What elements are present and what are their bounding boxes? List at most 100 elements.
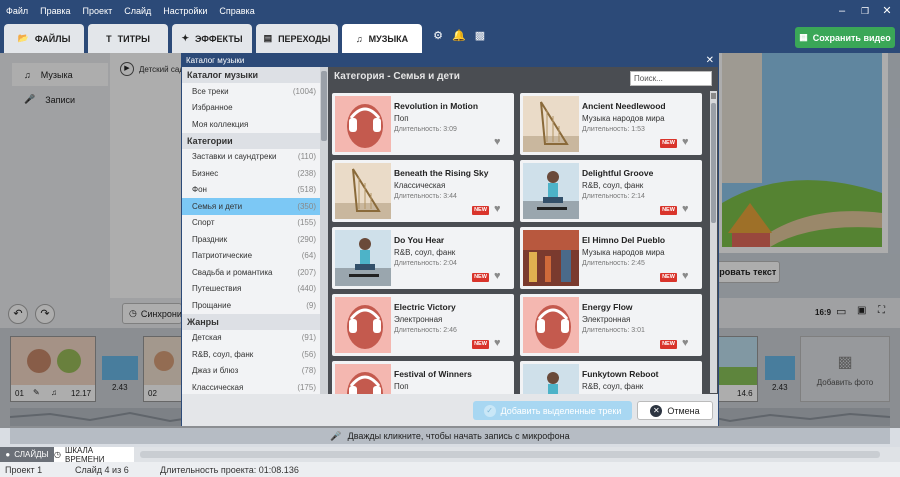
catalog-item-label: Все треки (192, 86, 229, 96)
favorite-heart-icon[interactable]: ♥ (494, 271, 501, 282)
tab-bar: 📂 ФАЙЛЫ T ТИТРЫ ✦ ЭФФЕКТЫ ▤ ПЕРЕХОДЫ ♫ М… (0, 22, 900, 53)
add-selected-tracks-button[interactable]: ✓ Добавить выделенные треки (473, 401, 632, 420)
dialog-close-icon[interactable]: ✕ (706, 54, 714, 67)
favorite-heart-icon[interactable]: ♥ (494, 137, 501, 148)
cancel-button[interactable]: ✕ Отмена (637, 401, 713, 420)
transitions-icon: ▤ (263, 33, 273, 43)
menu-edit[interactable]: Правка (34, 6, 76, 16)
favorite-heart-icon[interactable]: ♥ (494, 204, 501, 215)
genre-item-count: (91) (301, 333, 316, 343)
catalog-item-label: Избранное (192, 103, 233, 113)
maximize-icon[interactable]: ❐ (858, 4, 872, 18)
track-genre: R&B, соул, фанк (582, 181, 644, 190)
mic-record-bar[interactable]: 🎤 Дважды кликните, чтобы начать запись с… (10, 428, 890, 444)
genre-item[interactable]: R&B, соул, фанк (56) (182, 346, 320, 363)
new-badge: NEW (660, 273, 677, 282)
track-card[interactable]: El Himno Del Pueblo Музыка народов мира Дл… (520, 227, 702, 289)
tab-music-label: МУЗЫКА (368, 33, 409, 44)
track-thumbnail (523, 163, 579, 219)
category-item[interactable]: Патриотические (64) (182, 248, 320, 265)
category-item-count: (290) (297, 234, 316, 244)
track-duration: Длительность: 3:44 (394, 193, 457, 200)
genre-item[interactable]: Детская (91) (182, 330, 320, 347)
tab-timeline[interactable]: ◷ ШКАЛА ВРЕМЕНИ (54, 445, 134, 464)
category-scrollbar[interactable] (320, 67, 328, 394)
track-card[interactable]: Beneath the Rising Sky Классическая Длител… (332, 160, 514, 222)
tracks-scrollbar[interactable] (710, 91, 717, 393)
slides-icon: ● (5, 450, 11, 459)
category-item-count: (440) (297, 284, 316, 294)
track-name: Revolution in Motion (394, 101, 479, 111)
category-item[interactable]: Фон (518) (182, 182, 320, 199)
track-genre: R&B, соул, фанк (394, 248, 456, 257)
menu-settings[interactable]: Настройки (157, 6, 213, 16)
category-item[interactable]: Спорт (155) (182, 215, 320, 232)
new-badge: NEW (660, 206, 677, 215)
genre-item[interactable]: Классическая (175) (182, 379, 320, 394)
tab-timeline-label: ШКАЛА ВРЕМЕНИ (64, 445, 105, 464)
category-item[interactable]: Бизнес (238) (182, 165, 320, 182)
track-thumbnail (523, 96, 579, 152)
track-card[interactable]: Energy Flow Электронная Длительность: 3:01… (520, 294, 702, 356)
track-genre: Электронная (394, 315, 443, 324)
favorite-heart-icon[interactable]: ♥ (682, 271, 689, 282)
favorite-heart-icon[interactable]: ♥ (682, 204, 689, 215)
track-thumbnail (335, 230, 391, 286)
tab-effects-label: ЭФФЕКТЫ (194, 33, 243, 44)
track-name: El Himno Del Pueblo (582, 235, 666, 245)
catalog-item[interactable]: Все треки (1004) (182, 83, 320, 100)
category-item[interactable]: Свадьба и романтика (207) (182, 264, 320, 281)
favorite-heart-icon[interactable]: ♥ (682, 338, 689, 349)
category-item-label: Праздник (192, 234, 228, 244)
category-item[interactable]: Прощание (9) (182, 297, 320, 314)
category-item-label: Свадьба и романтика (192, 267, 273, 277)
track-thumbnail (335, 297, 391, 353)
category-item[interactable]: Путешествия (440) (182, 281, 320, 298)
track-duration: Длительность: 2:14 (582, 193, 645, 200)
genre-item[interactable]: Джаз и блюз (78) (182, 363, 320, 380)
category-item-count: (238) (297, 168, 316, 178)
search-input[interactable]: Поиск... (630, 71, 712, 86)
timeline-icon: ◷ (54, 450, 61, 459)
timeline-scroll[interactable] (140, 451, 880, 458)
favorite-heart-icon[interactable]: ♥ (494, 338, 501, 349)
favorite-heart-icon[interactable]: ♥ (682, 137, 689, 148)
category-item-count: (110) (297, 152, 316, 162)
tab-files[interactable]: 📂 ФАЙЛЫ (4, 24, 84, 53)
tab-files-label: ФАЙЛЫ (34, 33, 71, 44)
track-card[interactable]: Electric Victory Электронная Длительность:… (332, 294, 514, 356)
catalog-item[interactable]: Избранное (182, 100, 320, 117)
track-duration: Длительность: 1:53 (582, 126, 645, 133)
bell-icon[interactable]: 🔔 (451, 28, 467, 44)
menu-file[interactable]: Файл (0, 6, 34, 16)
status-duration: Длительность проекта: 01:08.136 (160, 464, 299, 475)
minimize-icon[interactable]: – (835, 4, 849, 18)
tab-titles[interactable]: T ТИТРЫ (88, 24, 168, 53)
save-video-button[interactable]: ▦ Сохранить видео (795, 27, 895, 48)
track-card[interactable]: Delightful Groove R&B, соул, фанк Длительн… (520, 160, 702, 222)
track-card[interactable]: Revolution in Motion Поп Длительность: 3:0… (332, 93, 514, 155)
category-item-label: Патриотические (192, 251, 253, 261)
tab-music[interactable]: ♫ МУЗЫКА (342, 24, 422, 53)
settings-icon[interactable]: ⚙ (430, 28, 446, 44)
track-card[interactable]: Ancient Needlewood Музыка народов мира Дли… (520, 93, 702, 155)
menu-project[interactable]: Проект (77, 6, 119, 16)
category-item[interactable]: Семья и дети (350) (182, 198, 320, 215)
category-item[interactable]: Праздник (290) (182, 231, 320, 248)
tab-transitions[interactable]: ▤ ПЕРЕХОДЫ (256, 24, 338, 53)
image-icon[interactable]: ▩ (472, 28, 488, 44)
category-item[interactable]: Заставки и саундтреки (110) (182, 149, 320, 166)
track-name: Festival of Winners (394, 369, 472, 379)
category-item-label: Семья и дети (192, 201, 243, 211)
catalog-item[interactable]: Моя коллекция (182, 116, 320, 133)
track-card[interactable]: Do You Hear R&B, соул, фанк Длительность: … (332, 227, 514, 289)
menu-slide[interactable]: Слайд (118, 6, 157, 16)
tab-effects[interactable]: ✦ ЭФФЕКТЫ (172, 24, 252, 53)
category-item-label: Путешествия (192, 284, 242, 294)
menu-help[interactable]: Справка (213, 6, 260, 16)
status-project: Проект 1 (5, 464, 43, 475)
tab-slides[interactable]: ● СЛАЙДЫ (0, 447, 54, 462)
close-icon[interactable]: ✕ (880, 4, 894, 18)
track-thumbnail (335, 96, 391, 152)
cancel-label: Отмена (667, 405, 700, 416)
